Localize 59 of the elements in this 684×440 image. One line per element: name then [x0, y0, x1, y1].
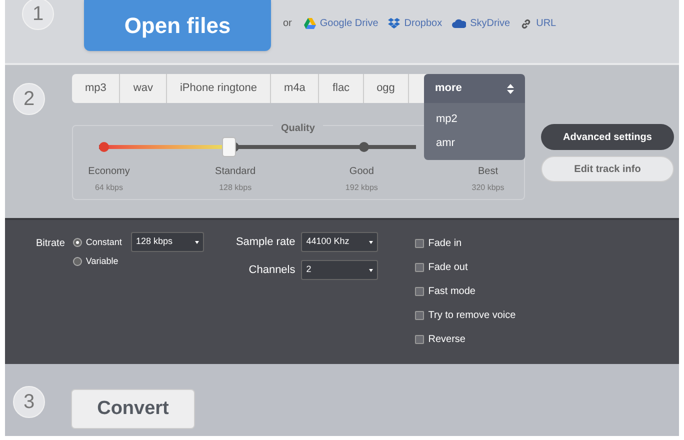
- quality-title: Quality: [273, 121, 323, 136]
- checkbox[interactable]: [415, 286, 424, 296]
- option-label: Try to remove voice: [428, 308, 516, 322]
- radio-label: Variable: [86, 254, 118, 268]
- format-tab[interactable]: wav: [120, 74, 167, 103]
- dropdown-option[interactable]: amr: [424, 131, 525, 155]
- link-icon: [520, 18, 532, 30]
- channels-label: Channels: [248, 262, 296, 278]
- edit-track-info-button[interactable]: Edit track info: [541, 156, 674, 182]
- bitrate-select[interactable]: 128 kbps: [130, 232, 204, 252]
- step-number: 1: [22, 0, 54, 30]
- or-label: or: [283, 17, 292, 31]
- format-tab[interactable]: flac: [319, 74, 364, 103]
- checkbox[interactable]: [415, 238, 424, 248]
- quality-rate: 64 kbps: [94, 182, 124, 194]
- open-files-button[interactable]: Open files: [84, 0, 271, 51]
- quality-name: Best: [478, 165, 498, 179]
- convert-button[interactable]: Convert: [71, 389, 195, 429]
- quality-rate: 192 kbps: [345, 182, 378, 194]
- format-tab[interactable]: m4a: [271, 74, 320, 103]
- radio-button[interactable]: [72, 256, 82, 266]
- caret-icon: [369, 268, 374, 272]
- source-link[interactable]: Dropbox: [388, 16, 442, 31]
- channels-select[interactable]: 2: [301, 260, 378, 280]
- format-tab[interactable]: ogg: [364, 74, 409, 103]
- option-label: Fade out: [428, 260, 468, 274]
- dropdown-option[interactable]: mp2: [424, 107, 525, 131]
- box-logo-icon: [388, 18, 400, 29]
- sample-rate-label: Sample rate: [236, 234, 296, 250]
- option-label: Reverse: [428, 332, 466, 346]
- advanced-settings-button[interactable]: Advanced settings: [541, 124, 674, 150]
- step-number: 2: [13, 83, 45, 115]
- sort-arrows-icon: [507, 84, 514, 94]
- option-label: Fast mode: [428, 284, 476, 298]
- caret-icon: [369, 240, 374, 244]
- bitrate-label: Bitrate: [36, 237, 65, 251]
- slider-thumb[interactable]: [222, 137, 236, 157]
- checkbox[interactable]: [415, 262, 424, 272]
- format-tab[interactable]: mp3: [72, 74, 120, 103]
- quality-rate: 128 kbps: [219, 182, 252, 194]
- source-link[interactable]: Google Drive: [304, 16, 378, 31]
- caret-icon: [194, 240, 199, 244]
- radio-button[interactable]: [72, 238, 82, 248]
- format-tab[interactable]: iPhone ringtone: [166, 74, 272, 103]
- checkbox[interactable]: [415, 334, 424, 344]
- checkbox[interactable]: [415, 310, 424, 320]
- option-label: Fade in: [428, 236, 462, 250]
- quality-name: Economy: [88, 165, 130, 179]
- cloud-icon: [452, 19, 466, 28]
- sample-rate-select[interactable]: 44100 Khz: [301, 232, 378, 252]
- more-dropdown[interactable]: more: [424, 74, 525, 103]
- quality-rate: 320 kbps: [472, 182, 504, 194]
- step-number: 3: [13, 386, 45, 418]
- source-link[interactable]: SkyDrive: [452, 16, 510, 31]
- quality-name: Standard: [215, 165, 256, 179]
- radio-label: Constant: [86, 236, 122, 249]
- source-link[interactable]: URL: [520, 16, 556, 31]
- quality-name: Good: [349, 165, 374, 179]
- triangle-logo-icon: [304, 18, 316, 29]
